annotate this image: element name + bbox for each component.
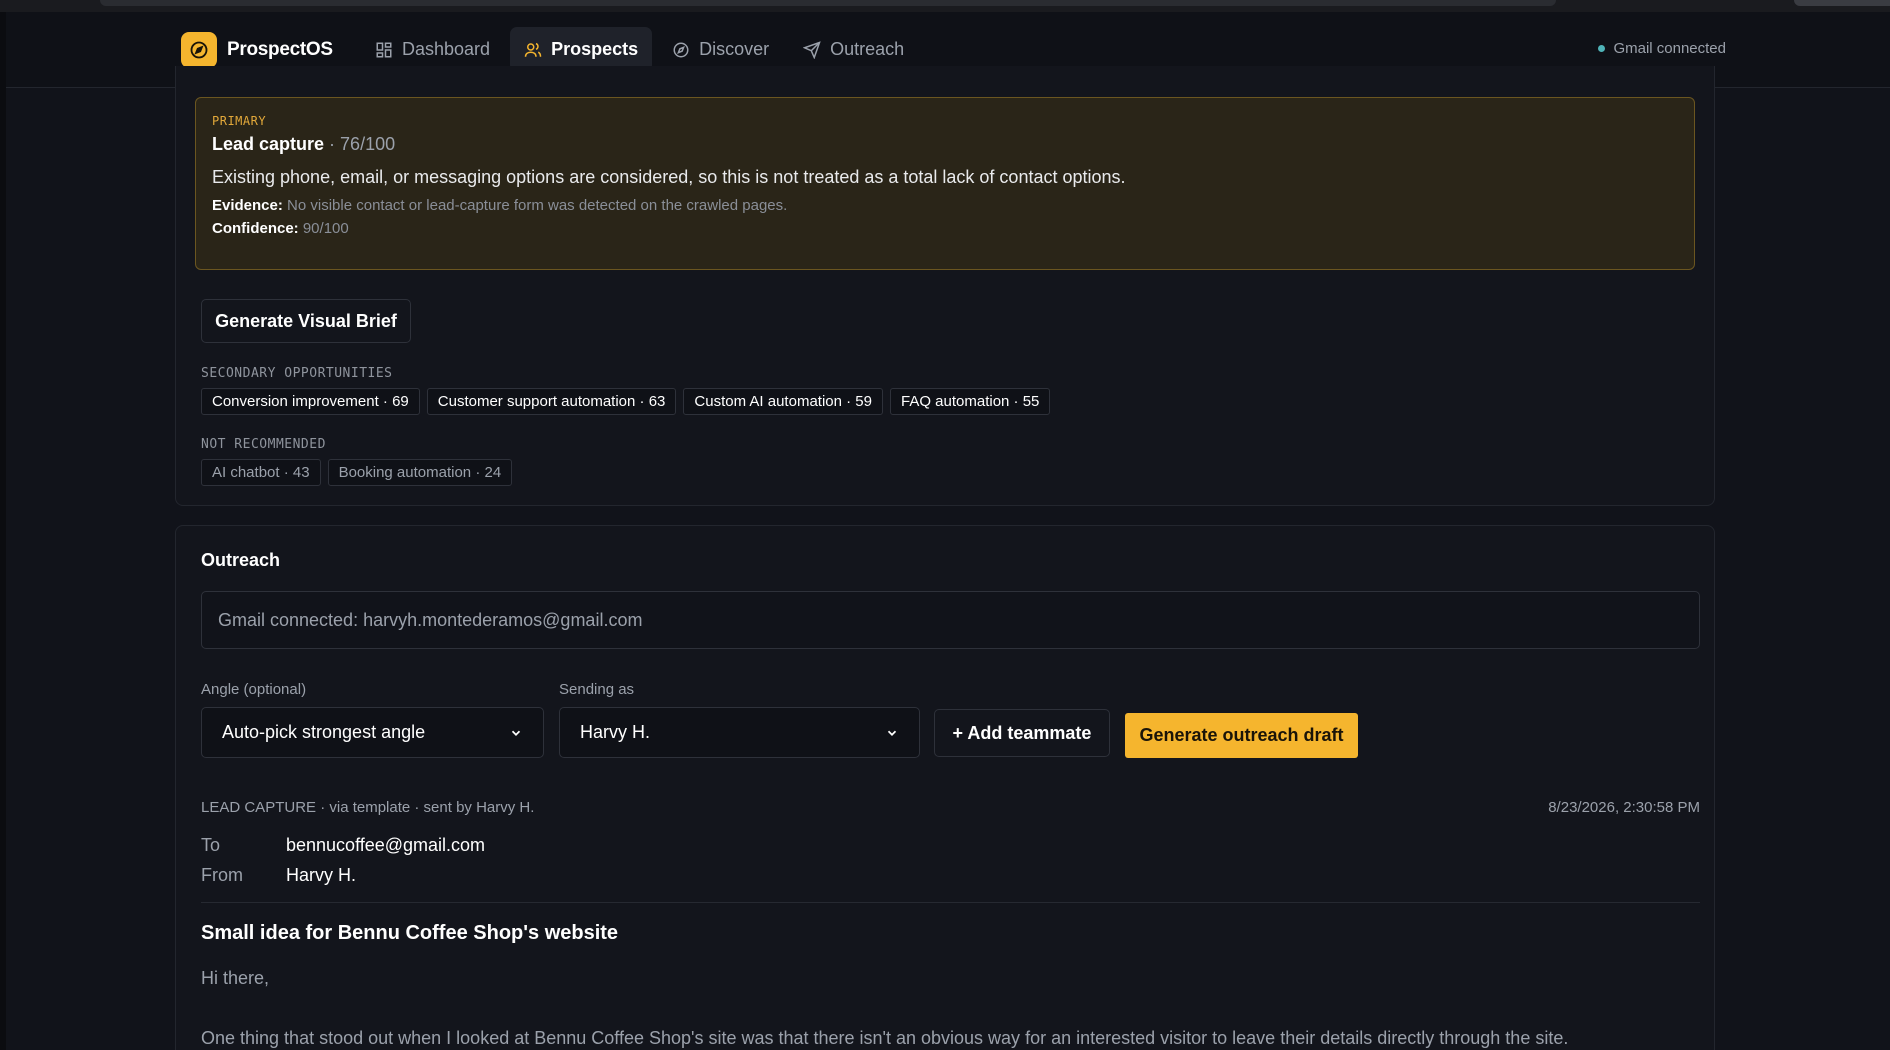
angle-select-value: Auto-pick strongest angle: [222, 722, 426, 742]
opportunity-score: · 76/100: [324, 134, 396, 154]
draft-timestamp: 8/23/2026, 2:30:58 PM: [1548, 799, 1700, 816]
angle-select[interactable]: Auto-pick strongest angle: [201, 707, 544, 758]
from-row: From Harvy H.: [201, 865, 356, 886]
confidence-text: 90/100: [298, 220, 349, 237]
opportunity-chip[interactable]: Customer support automation · 63: [426, 388, 677, 415]
confidence-line: Confidence: 90/100: [212, 220, 1678, 237]
email-greeting: Hi there,: [201, 968, 270, 988]
not-recommended-label: NOT RECOMMENDED: [201, 437, 326, 452]
browser-controls: [1794, 0, 1890, 6]
confidence-label: Confidence:: [212, 220, 299, 237]
sending-as-value: Harvy H.: [580, 722, 651, 742]
generate-visual-brief-button[interactable]: Generate Visual Brief: [201, 299, 411, 343]
compass-icon: [673, 42, 689, 57]
to-row: To bennucoffee@gmail.com: [201, 835, 485, 856]
gmail-connected-field: Gmail connected: harvyh.montederamos@gma…: [201, 591, 1700, 649]
nav-label: Prospects: [551, 39, 639, 59]
sending-as-label: Sending as: [559, 681, 635, 698]
primary-title: Lead capture · 76/100: [212, 134, 1678, 155]
email-subject: Small idea for Bennu Coffee Shop's websi…: [201, 922, 619, 944]
primary-tag: PRIMARY: [212, 114, 267, 128]
chevron-down-icon: [511, 730, 521, 736]
to-label: To: [201, 835, 221, 855]
grid-icon: [376, 42, 392, 57]
gmail-status-label: Gmail connected: [1613, 40, 1726, 57]
gmail-status: Gmail connected: [1598, 40, 1726, 57]
email-body-line: One thing that stood out when I looked a…: [201, 1028, 1569, 1048]
brand-name: ProspectOS: [227, 39, 333, 60]
evidence-line: Evidence: No visible contact or lead-cap…: [212, 197, 1678, 214]
nav-label: Outreach: [830, 39, 905, 59]
send-icon: [803, 40, 821, 59]
divider: [201, 902, 1700, 903]
evidence-label: Evidence:: [212, 197, 283, 214]
opportunity-chip[interactable]: FAQ automation · 55: [889, 388, 1051, 415]
draft-meta: LEAD CAPTURE · via template · sent by Ha…: [201, 799, 535, 816]
opportunity-chip[interactable]: Booking automation · 24: [327, 459, 513, 486]
from-label: From: [201, 865, 243, 885]
opportunity-chip[interactable]: AI chatbot · 43: [201, 459, 321, 486]
sending-as-select[interactable]: Harvy H.: [559, 707, 920, 758]
users-icon: [524, 42, 542, 57]
to-value: bennucoffee@gmail.com: [286, 835, 486, 855]
chevron-down-icon: [887, 730, 897, 736]
secondary-opportunities-label: SECONDARY OPPORTUNITIES: [201, 366, 393, 381]
brand[interactable]: ProspectOS: [181, 32, 333, 68]
browser-tab-strip: [100, 0, 1556, 6]
add-teammate-button[interactable]: + Add teammate: [934, 709, 1110, 757]
browser-chrome: [0, 0, 1890, 12]
secondary-chips: Conversion improvement · 69 Customer sup…: [201, 388, 1051, 415]
opportunity-chip[interactable]: Custom AI automation · 59: [683, 388, 883, 415]
status-dot: [1598, 45, 1606, 52]
angle-label: Angle (optional): [201, 681, 307, 698]
nav-label: Dashboard: [402, 39, 491, 59]
outreach-title: Outreach: [201, 550, 281, 570]
opportunity-name: Lead capture: [212, 134, 325, 154]
primary-description: Existing phone, email, or messaging opti…: [212, 167, 1126, 187]
evidence-text: No visible contact or lead-capture form …: [282, 197, 788, 214]
from-value: Harvy H.: [286, 865, 357, 885]
nav-label: Discover: [699, 39, 770, 59]
opportunity-chip[interactable]: Conversion improvement · 69: [201, 388, 420, 415]
not-recommended-chips: AI chatbot · 43 Booking automation · 24: [201, 459, 513, 486]
compass-logo-icon: [181, 32, 217, 68]
primary-opportunity: PRIMARY Lead capture · 76/100 Existing p…: [195, 97, 1695, 270]
generate-outreach-draft-button[interactable]: Generate outreach draft: [1125, 713, 1358, 758]
